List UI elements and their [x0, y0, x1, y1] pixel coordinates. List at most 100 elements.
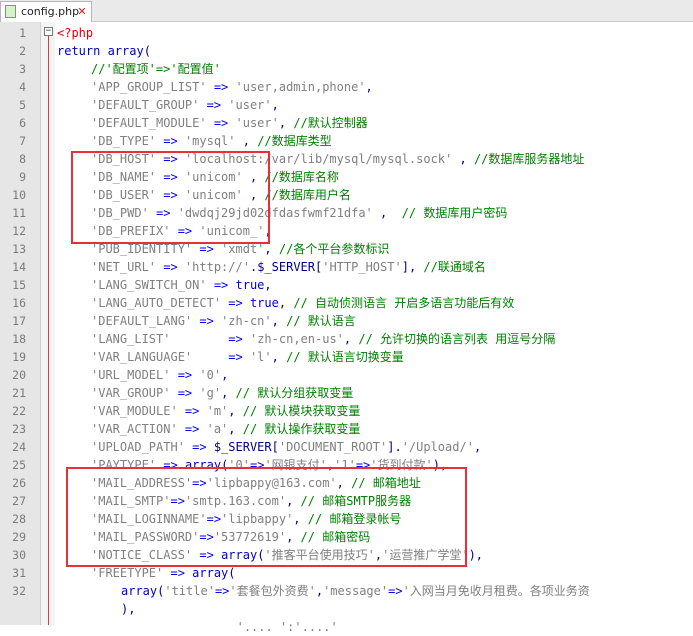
line-number: 4	[19, 80, 26, 94]
code-token: // 默认语言切换变量	[286, 350, 404, 364]
code-token: ,	[473, 440, 482, 454]
code-line: 23 'VAR_ACTION' => 'a', // 默认操作获取变量	[0, 420, 693, 438]
code-line: 20 'URL_MODEL' => '0',	[0, 366, 693, 384]
code-token: =>	[192, 350, 250, 364]
code-token: '套餐包外资费'	[229, 584, 316, 598]
code-line: 21 'VAR_GROUP' => 'g', // 默认分组获取变量	[0, 384, 693, 402]
code-line: 3 //'配置项'=>'配置值'	[0, 60, 693, 78]
code-token: array	[121, 584, 158, 598]
line-number: 24	[12, 440, 26, 454]
code-token: ,	[372, 206, 402, 220]
code-token: =>	[206, 278, 236, 292]
code-token: 'URL_MODEL'	[91, 368, 171, 382]
code-token: // 默认操作获取变量	[242, 422, 361, 436]
code-token: 'DEFAULT_GROUP'	[91, 98, 200, 112]
code-token: ].	[387, 440, 402, 454]
code-text: 'LANG_AUTO_DETECT' => true, // 自动侦测语言 开启…	[91, 294, 514, 312]
code-token: =>	[192, 314, 222, 328]
code-token: true	[249, 296, 279, 310]
code-token: ),	[121, 602, 136, 616]
code-token: ],	[401, 260, 424, 274]
highlight-box-mail-config	[66, 467, 467, 567]
line-number: 19	[12, 350, 26, 364]
code-token: 'FREETYPE'	[91, 566, 164, 580]
code-token: '.... ':'....'	[121, 620, 338, 634]
code-token: // 默认语言	[286, 314, 356, 328]
code-text: //'配置项'=>'配置值'	[91, 60, 221, 78]
php-file-icon	[5, 5, 16, 18]
line-number: 31	[12, 566, 26, 580]
code-token: 'LANG_SWITCH_ON'	[91, 278, 207, 292]
line-number: 14	[12, 260, 26, 274]
code-token: ,	[278, 116, 294, 130]
line-number: 20	[12, 368, 26, 382]
code-text: 'DEFAULT_MODULE' => 'user', //默认控制器	[91, 114, 368, 132]
code-text: 'VAR_LANGUAGE' => 'l', // 默认语言切换变量	[91, 348, 404, 366]
code-text: <?php	[57, 24, 93, 42]
line-number: 30	[12, 548, 26, 562]
code-token: ,	[271, 98, 279, 112]
code-text: 'LANG_SWITCH_ON' => true,	[91, 276, 272, 294]
code-token: //数据库名称	[264, 170, 339, 184]
code-token: =>	[184, 440, 214, 454]
code-text: 'URL_MODEL' => '0',	[91, 366, 228, 384]
code-text: '.... ':'....'	[121, 618, 338, 636]
code-token: =>	[206, 80, 236, 94]
line-number: 16	[12, 296, 26, 310]
code-line: 4 'APP_GROUP_LIST' => 'user,admin,phone',	[0, 78, 693, 96]
code-token: ,	[343, 332, 359, 346]
code-token: $_SERVER	[213, 440, 272, 454]
code-line: 17 'DEFAULT_LANG' => 'zh-cn', // 默认语言	[0, 312, 693, 330]
line-number: 2	[19, 44, 26, 58]
code-token: 'user'	[228, 98, 272, 112]
line-number: 15	[12, 278, 26, 292]
code-line: 7 'DB_TYPE' => 'mysql' , //数据库类型	[0, 132, 693, 150]
code-token: 'LANG_AUTO_DETECT'	[91, 296, 222, 310]
code-token: 'a'	[206, 422, 229, 436]
code-token: =>	[199, 98, 229, 112]
code-token: 'zh-cn,en-us'	[249, 332, 344, 346]
close-icon[interactable]: ✕	[76, 5, 88, 18]
line-number: 26	[12, 476, 26, 490]
code-text: 'VAR_MODULE' => 'm', // 默认模块获取变量	[91, 402, 360, 420]
code-line: 14 'NET_URL' => 'http://'.$_SERVER['HTTP_…	[0, 258, 693, 276]
line-number: 9	[19, 170, 26, 184]
line-number: 18	[12, 332, 26, 346]
code-token: 'mysql'	[184, 134, 236, 148]
line-number: 21	[12, 386, 26, 400]
code-token: =>	[221, 296, 250, 310]
code-token: =>	[170, 368, 200, 382]
code-token: //默认控制器	[293, 116, 368, 130]
line-number: 8	[19, 152, 26, 166]
code-token: // 数据库用户密码	[401, 206, 508, 220]
code-token: 'title'	[164, 584, 215, 598]
code-token: 'NET_URL'	[91, 260, 157, 274]
code-token: ,	[264, 242, 279, 256]
code-line: 15 'LANG_SWITCH_ON' => true,	[0, 276, 693, 294]
code-token: 'message'	[323, 584, 389, 598]
code-token: 'VAR_ACTION'	[91, 422, 178, 436]
code-token: //数据库类型	[257, 134, 332, 148]
line-number: 1	[19, 26, 26, 40]
line-number: 5	[19, 98, 26, 112]
code-token: '0'	[199, 368, 222, 382]
code-token: 'LANG_LIST'	[91, 332, 171, 346]
code-text: 'DB_TYPE' => 'mysql' , //数据库类型	[91, 132, 332, 150]
code-line: 16 'LANG_AUTO_DETECT' => true, // 自动侦测语言 …	[0, 294, 693, 312]
tab-config-php[interactable]: config.php ✕	[0, 1, 92, 22]
code-token: // 自动侦测语言 开启多语言功能后有效	[293, 296, 515, 310]
code-token: 'HTTP_HOST'	[322, 260, 402, 274]
code-token: ,	[235, 134, 258, 148]
code-token: 'g'	[199, 386, 222, 400]
code-token: // 默认模块获取变量	[242, 404, 361, 418]
code-token: 'VAR_GROUP'	[91, 386, 171, 400]
code-token: 'PUB_IDENTITY'	[91, 242, 193, 256]
line-number: 27	[12, 494, 26, 508]
line-number: 28	[12, 512, 26, 526]
line-number: 12	[12, 224, 26, 238]
code-token: ,	[452, 152, 474, 166]
code-token: array	[192, 566, 229, 580]
code-text: 'LANG_LIST' => 'zh-cn,en-us', // 允许切换的语言…	[91, 330, 555, 348]
code-token: //数据库服务器地址	[473, 152, 585, 166]
code-token: =>	[177, 422, 207, 436]
